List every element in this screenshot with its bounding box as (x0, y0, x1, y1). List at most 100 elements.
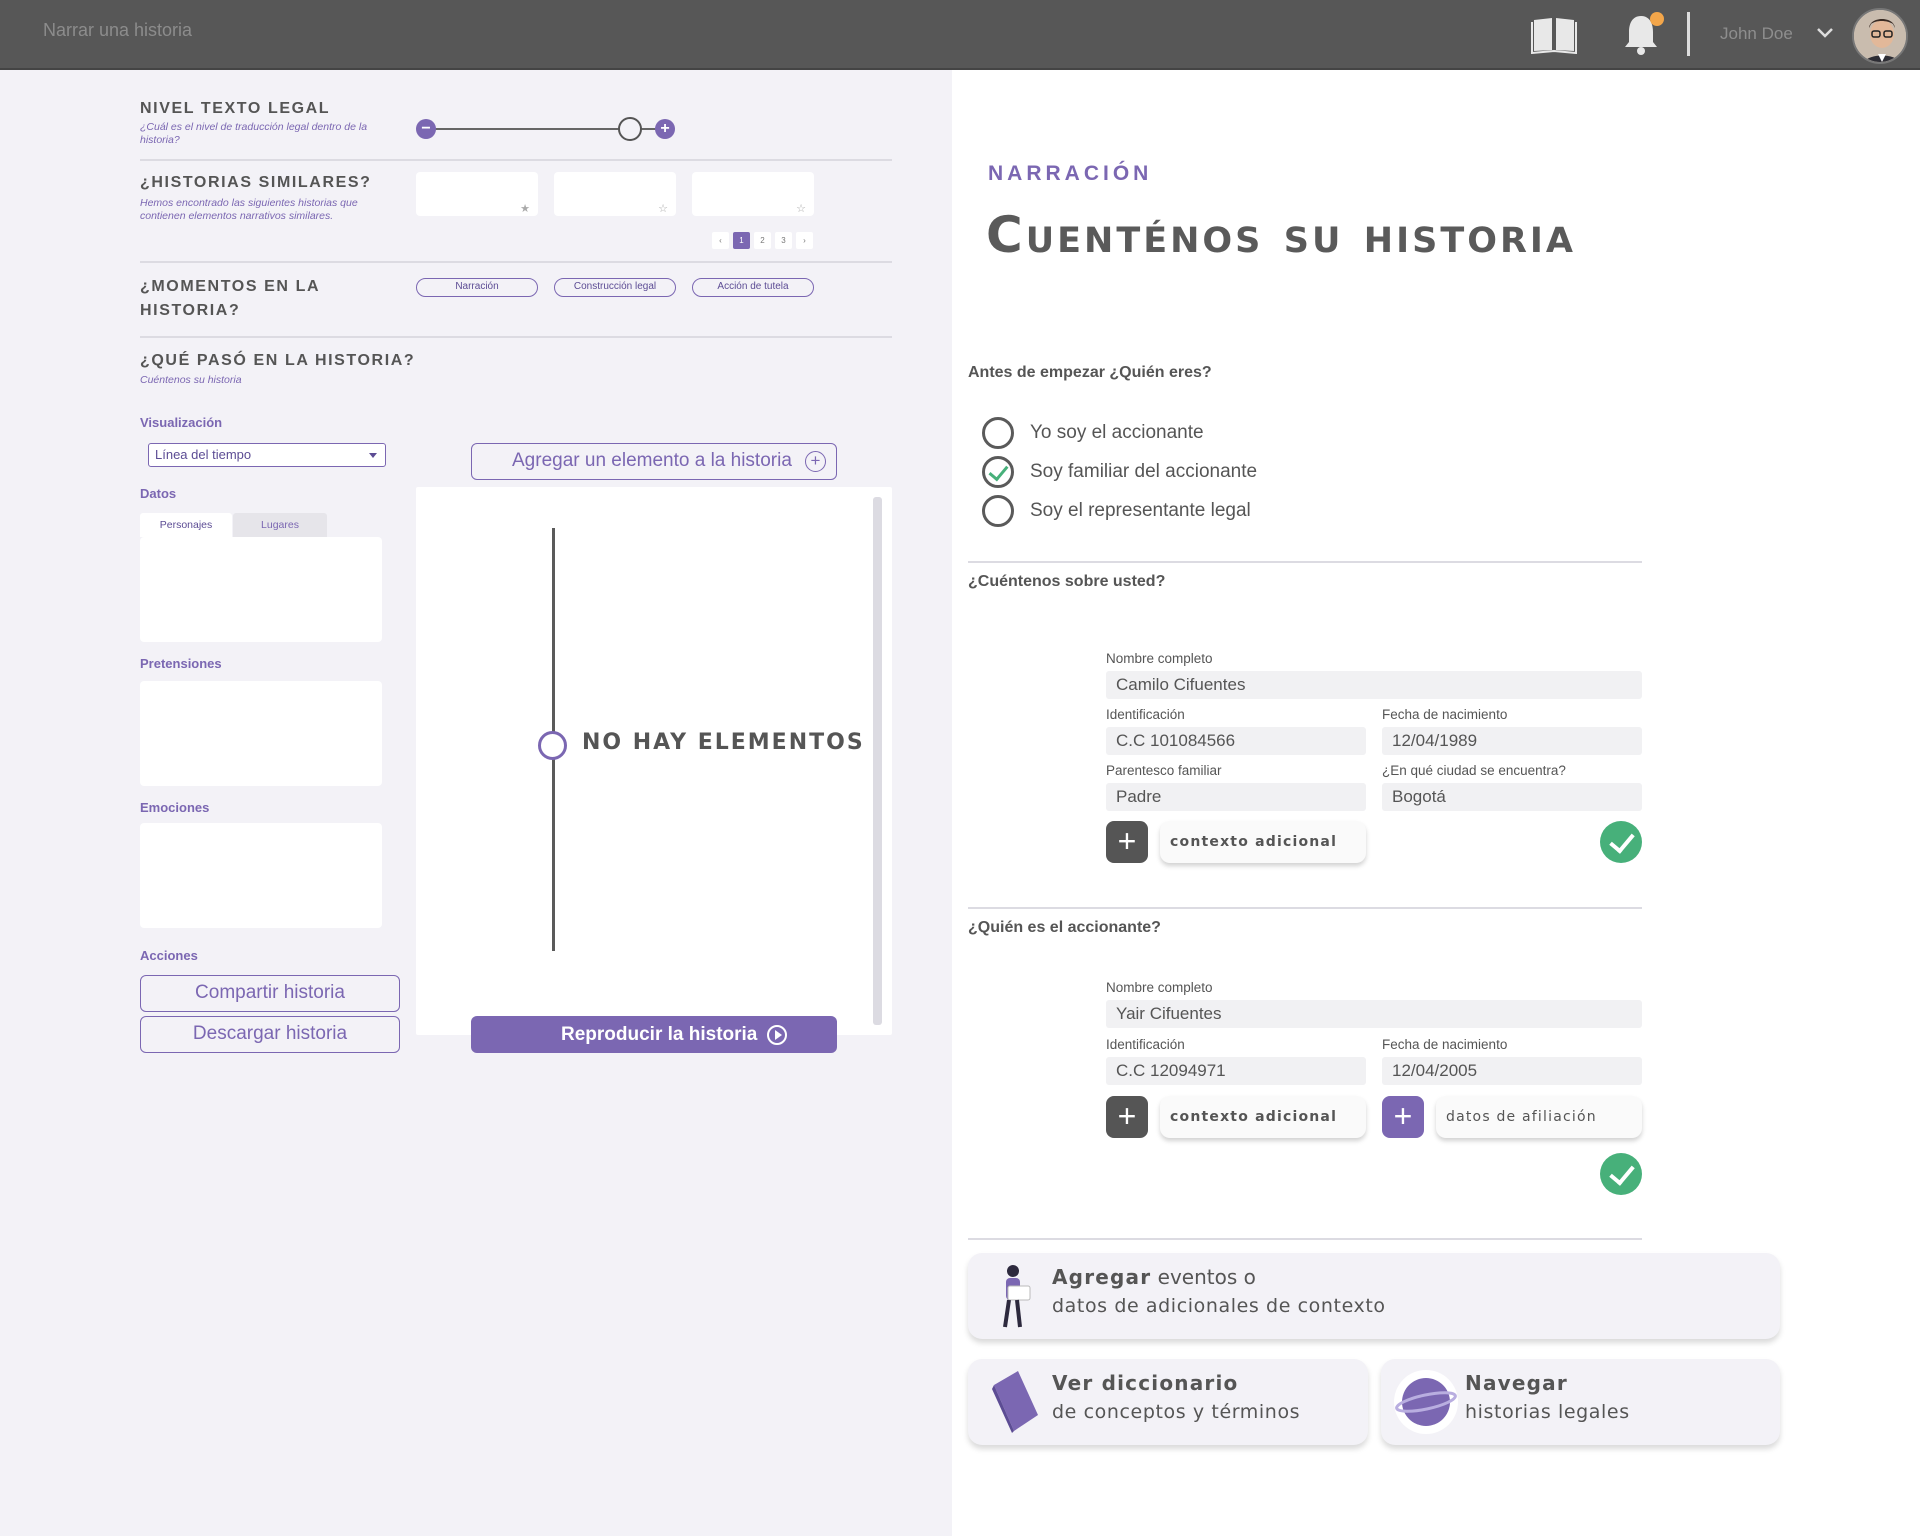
user-name[interactable]: John Doe (1720, 24, 1793, 44)
tab-personajes[interactable]: Personajes (140, 513, 232, 537)
affiliation-data-button[interactable]: datos de afiliación (1436, 1096, 1642, 1138)
breadcrumb[interactable]: Narrar una historia (43, 20, 192, 41)
play-story-label: Reproducir la historia (561, 1024, 758, 1045)
field-label: ¿En qué ciudad se encuentra? (1382, 763, 1566, 778)
section-eyebrow: NARRACIÓN (988, 162, 1153, 185)
card-rest: eventos o (1151, 1265, 1256, 1289)
pagination-page[interactable]: 3 (775, 232, 792, 249)
share-story-button[interactable]: Compartir historia (140, 975, 400, 1012)
pretensiones-label: Pretensiones (140, 656, 222, 671)
visualization-select[interactable]: Línea del tiempo (148, 443, 386, 467)
field-label: Parentesco familiar (1106, 763, 1222, 778)
similar-story-card[interactable]: ☆ (554, 172, 676, 216)
timeline-scrollbar[interactable] (873, 497, 882, 1025)
divider (968, 1238, 1642, 1240)
field-label: Identificación (1106, 707, 1185, 722)
field-label: Fecha de nacimiento (1382, 1037, 1508, 1052)
similar-story-card[interactable]: ★ (416, 172, 538, 216)
star-icon[interactable]: ☆ (658, 202, 668, 215)
field-label: Nombre completo (1106, 651, 1213, 666)
star-icon[interactable]: ☆ (796, 202, 806, 215)
acciones-label: Acciones (140, 948, 198, 963)
book-icon[interactable] (1530, 14, 1578, 54)
card-line2: de conceptos y términos (1052, 1401, 1301, 1423)
planet-icon (1394, 1370, 1458, 1434)
increase-level-button[interactable]: + (655, 119, 675, 139)
add-context-button[interactable]: + (1106, 821, 1148, 863)
divider (140, 261, 892, 263)
radio-label[interactable]: Soy el representante legal (1030, 500, 1251, 522)
city-field[interactable]: Bogotá (1382, 783, 1642, 811)
top-bar: Narrar una historia John Doe (0, 0, 1920, 70)
visualization-select-value: Línea del tiempo (155, 447, 252, 462)
additional-context-button[interactable]: contexto adicional (1160, 1096, 1366, 1138)
pretensiones-list[interactable] (140, 681, 382, 786)
moment-pill[interactable]: Narración (416, 278, 538, 297)
tab-lugares[interactable]: Lugares (233, 513, 327, 537)
play-story-button[interactable]: Reproducir la historia (471, 1016, 837, 1053)
add-element-button[interactable]: Agregar un elemento a la historia + (471, 443, 837, 480)
timeline-node (538, 731, 567, 760)
moment-pill[interactable]: Construcción legal (554, 278, 676, 297)
radio-label[interactable]: Soy familiar del accionante (1030, 461, 1257, 483)
field-label: Fecha de nacimiento (1382, 707, 1508, 722)
caret-down-icon (369, 453, 377, 458)
add-affiliation-button[interactable]: + (1382, 1096, 1424, 1138)
que-paso-title: ¿QUÉ PASÓ EN LA HISTORIA? (140, 352, 416, 369)
visualizacion-label: Visualización (140, 415, 223, 430)
similar-story-card[interactable]: ☆ (692, 172, 814, 216)
pagination-page[interactable]: 2 (754, 232, 771, 249)
que-paso-subtitle: Cuéntenos su historia (140, 374, 242, 386)
legal-level-slider-handle[interactable] (618, 117, 642, 141)
download-story-button[interactable]: Descargar historia (140, 1016, 400, 1053)
radio-familiar[interactable] (982, 456, 1014, 488)
confirm-check-icon[interactable] (1600, 1153, 1642, 1195)
card-line1: Navegar (1465, 1371, 1568, 1395)
add-element-label: Agregar un elemento a la historia (512, 450, 792, 471)
nivel-title: NIVEL TEXTO LEGAL (140, 100, 331, 117)
divider (1687, 12, 1690, 56)
notification-dot (1650, 12, 1664, 26)
navigate-stories-card[interactable]: Navegar historias legales (1381, 1359, 1780, 1445)
similares-subtitle: Hemos encontrado las siguientes historia… (140, 197, 358, 222)
emociones-list[interactable] (140, 823, 382, 928)
relationship-field[interactable]: Padre (1106, 783, 1366, 811)
timeline-panel[interactable] (416, 487, 892, 1035)
avatar[interactable] (1852, 8, 1908, 64)
add-events-card[interactable]: Agregar eventos o datos de adicionales d… (968, 1253, 1780, 1339)
birthdate-field[interactable]: 12/04/2005 (1382, 1057, 1642, 1085)
person-icon (1003, 1265, 1031, 1328)
divider (968, 907, 1642, 909)
card-bold: Agregar (1052, 1265, 1152, 1289)
birthdate-field[interactable]: 12/04/1989 (1382, 727, 1642, 755)
full-name-field[interactable]: Camilo Cifuentes (1106, 671, 1642, 699)
star-icon[interactable]: ★ (520, 202, 530, 215)
id-field[interactable]: C.C 101084566 (1106, 727, 1366, 755)
radio-representante[interactable] (982, 495, 1014, 527)
book-icon (992, 1371, 1038, 1433)
decrease-level-button[interactable]: − (416, 119, 436, 139)
datos-list[interactable] (140, 537, 382, 642)
datos-label: Datos (140, 486, 177, 501)
about-question: ¿Cuéntenos sobre usted? (968, 573, 1166, 590)
radio-label[interactable]: Yo soy el accionante (1030, 422, 1204, 444)
pagination-page[interactable]: 1 (733, 232, 750, 249)
who-question: Antes de empezar ¿Quién eres? (968, 364, 1212, 381)
radio-accionante[interactable] (982, 417, 1014, 449)
id-field[interactable]: C.C 12094971 (1106, 1057, 1366, 1085)
add-context-button[interactable]: + (1106, 1096, 1148, 1138)
moment-pill[interactable]: Acción de tutela (692, 278, 814, 297)
nivel-subtitle: ¿Cuál es el nivel de traducción legal de… (140, 121, 368, 146)
dictionary-card[interactable]: Ver diccionario de conceptos y términos (968, 1359, 1368, 1445)
pagination-next[interactable]: › (796, 232, 813, 249)
confirm-check-icon[interactable] (1600, 821, 1642, 863)
chevron-down-icon[interactable] (1816, 26, 1834, 40)
additional-context-button[interactable]: contexto adicional (1160, 821, 1366, 863)
card-bold: Ver diccionario (1052, 1371, 1239, 1395)
full-name-field[interactable]: Yair Cifuentes (1106, 1000, 1642, 1028)
card-line2: datos de adicionales de contexto (1052, 1295, 1386, 1317)
pagination-prev[interactable]: ‹ (712, 232, 729, 249)
card-bold: Navegar (1465, 1371, 1568, 1395)
momentos-title: ¿MOMENTOS EN LA HISTORIA? (140, 278, 320, 319)
emociones-label: Emociones (140, 800, 210, 815)
